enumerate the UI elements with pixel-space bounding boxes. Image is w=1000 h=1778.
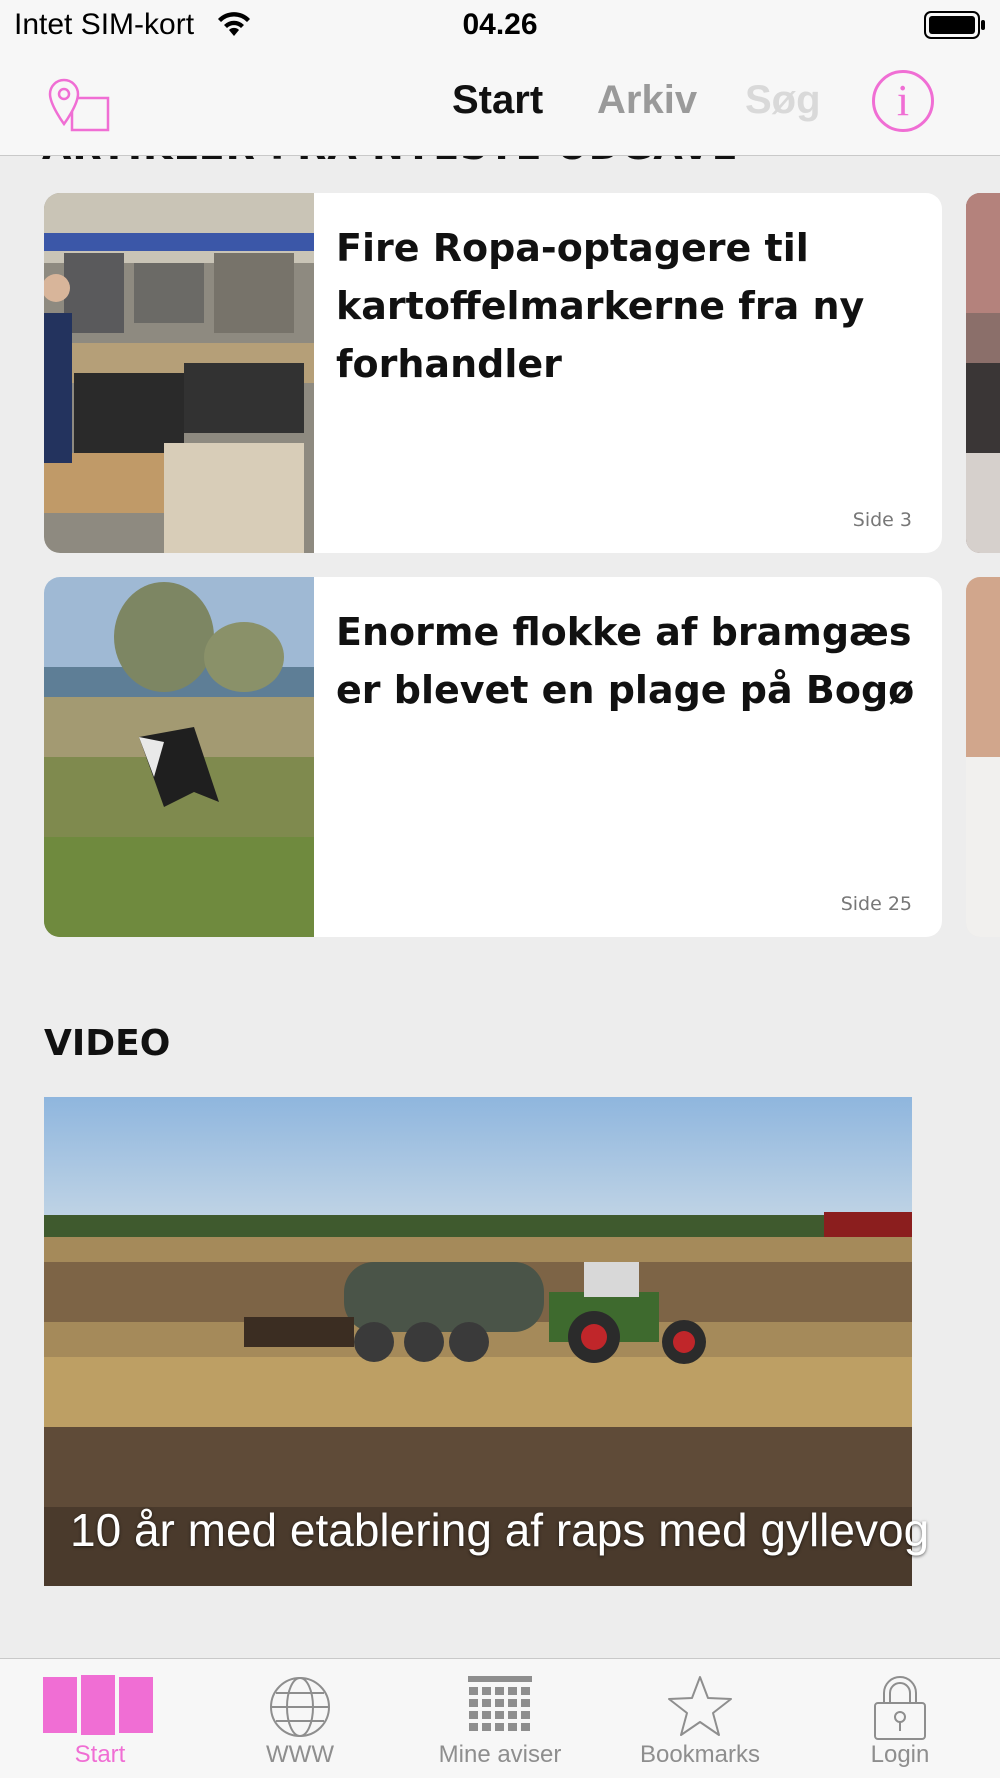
tab-bar-start[interactable]: Start [0, 1659, 200, 1778]
tab-bar-label: Start [74, 1741, 126, 1768]
next-article-peek[interactable] [966, 193, 1000, 553]
article-page-number: Side 3 [852, 509, 912, 531]
tab-arkiv[interactable]: Arkiv [597, 78, 697, 123]
next-article-peek[interactable] [966, 577, 1000, 937]
tab-bar-label: Mine aviser [438, 1741, 562, 1768]
battery-icon [924, 11, 985, 39]
tab-bar-mine-aviser[interactable]: Mine aviser [400, 1659, 600, 1778]
map-pin-icon[interactable] [48, 78, 110, 132]
video-section-heading: VIDEO [44, 1023, 171, 1064]
star-icon [668, 1676, 732, 1736]
status-bar: Intet SIM-kort 04.26 [0, 0, 1000, 52]
article-page-number: Side 25 [840, 893, 912, 915]
tab-start[interactable]: Start [452, 78, 543, 123]
tab-soeg: Søg [745, 78, 821, 122]
lock-icon [874, 1676, 926, 1740]
info-icon[interactable]: i [872, 70, 934, 132]
article-card[interactable]: Fire Ropa-optagere til kartoffelmarkerne… [44, 193, 942, 553]
article-image-warehouse [44, 193, 314, 553]
video-caption[interactable]: 10 år med etablering af raps med gyllevo… [70, 1503, 929, 1557]
article-title[interactable]: Fire Ropa-optagere til kartoffelmarkerne… [336, 219, 916, 393]
article-image-geese [44, 577, 314, 937]
tab-bar-login[interactable]: Login [800, 1659, 1000, 1778]
article-card[interactable]: Enorme flokke af bramgæs er blevet en pl… [44, 577, 942, 937]
tab-bar: Start WWW Mine aviser Bookmarks Login [0, 1658, 1000, 1778]
tab-bar-label: WWW [266, 1741, 334, 1768]
pages-icon [43, 1675, 153, 1735]
tab-bar-www[interactable]: WWW [200, 1659, 400, 1778]
calendar-grid-icon [468, 1676, 532, 1731]
tab-bar-bookmarks[interactable]: Bookmarks [600, 1659, 800, 1778]
globe-icon [270, 1677, 330, 1737]
article-title[interactable]: Enorme flokke af bramgæs er blevet en pl… [336, 603, 916, 719]
status-time: 04.26 [462, 8, 538, 41]
navigation-bar: Start Arkiv Søg i [0, 52, 1000, 156]
tab-bar-label: Login [870, 1741, 930, 1768]
tab-bar-label: Bookmarks [639, 1741, 761, 1768]
